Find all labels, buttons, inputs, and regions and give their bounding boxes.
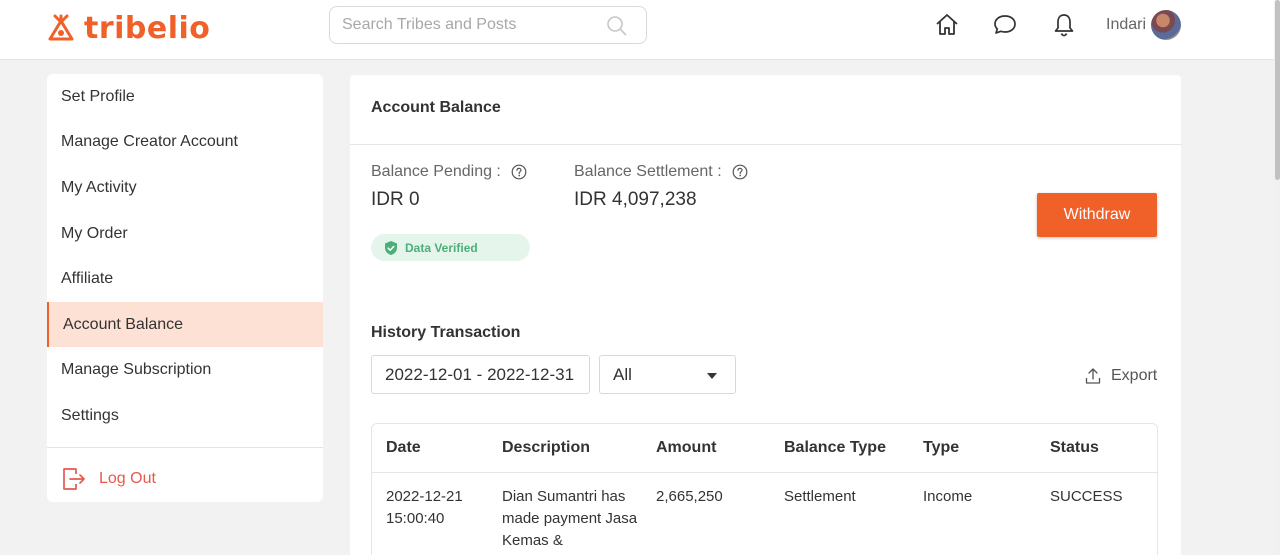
chat-icon[interactable] <box>992 12 1018 38</box>
date-range-picker[interactable]: 2022-12-01 - 2022-12-31 <box>371 355 590 394</box>
balance-pending-label-text: Balance Pending : <box>371 163 501 180</box>
logout-label: Log Out <box>99 470 156 487</box>
cell-date: 2022-12-21 15:00:40 <box>386 488 463 527</box>
shield-check-icon <box>385 240 397 255</box>
logout-button[interactable]: Log Out <box>61 466 156 492</box>
sidebar-item-affiliate[interactable]: Affiliate <box>47 256 323 301</box>
balance-settlement-value: IDR 4,097,238 <box>574 189 697 210</box>
balance-pending-label: Balance Pending : <box>371 163 527 181</box>
avatar[interactable] <box>1151 10 1181 40</box>
tent-logo-icon <box>48 14 74 41</box>
column-header-date: Date <box>386 439 421 456</box>
withdraw-button[interactable]: Withdraw <box>1037 193 1157 237</box>
bell-icon[interactable] <box>1051 12 1077 38</box>
sidebar-item-manage-creator-account[interactable]: Manage Creator Account <box>47 119 323 164</box>
data-verified-badge: Data Verified <box>371 234 530 261</box>
export-button[interactable]: Export <box>1085 367 1157 385</box>
user-name[interactable]: Indari <box>1106 16 1146 34</box>
sidebar-divider <box>47 447 323 448</box>
upload-icon <box>1085 368 1101 384</box>
account-balance-panel: Account Balance Balance Pending : IDR 0 … <box>350 75 1181 555</box>
column-header-type: Type <box>923 439 960 456</box>
sidebar-item-my-activity[interactable]: My Activity <box>47 165 323 210</box>
sidebar-item-set-profile[interactable]: Set Profile <box>47 74 323 119</box>
top-header: tribelio Indari <box>0 0 1274 60</box>
sidebar-item-manage-subscription[interactable]: Manage Subscription <box>47 347 323 392</box>
column-header-amount: Amount <box>656 439 717 456</box>
cell-description: Dian Sumantri has made payment Jasa Kema… <box>502 488 638 549</box>
logo-text: tribelio <box>84 10 211 46</box>
sidebar-item-my-order[interactable]: My Order <box>47 211 323 256</box>
table-header-divider <box>372 472 1157 473</box>
search-input[interactable] <box>342 7 602 43</box>
export-label: Export <box>1111 367 1158 384</box>
verified-label: Data Verified <box>405 240 478 255</box>
filter-value: All <box>613 364 632 384</box>
balance-settlement-label: Balance Settlement : <box>574 163 748 181</box>
home-icon[interactable] <box>934 12 960 38</box>
title-divider <box>350 144 1181 145</box>
column-header-balance-type: Balance Type <box>784 439 886 456</box>
logout-icon <box>63 468 85 490</box>
history-transaction-title: History Transaction <box>371 324 521 341</box>
sidebar-item-settings[interactable]: Settings <box>47 393 323 438</box>
column-header-description: Description <box>502 439 591 456</box>
column-header-status: Status <box>1050 439 1099 456</box>
cell-type: Income <box>923 488 973 505</box>
type-filter-select[interactable]: All <box>599 355 736 394</box>
search-icon[interactable] <box>606 15 628 37</box>
history-table: Date Description Amount Balance Type Typ… <box>371 423 1158 555</box>
search-box[interactable] <box>329 6 647 44</box>
help-icon[interactable] <box>732 164 748 180</box>
page-scrollbar[interactable] <box>1274 0 1280 555</box>
help-icon[interactable] <box>511 164 527 180</box>
cell-status: SUCCESS <box>1050 488 1123 505</box>
balance-pending-value: IDR 0 <box>371 189 420 210</box>
chevron-down-icon <box>707 373 717 379</box>
balance-settlement-label-text: Balance Settlement : <box>574 163 722 180</box>
tribelio-logo[interactable]: tribelio <box>46 10 210 46</box>
page-title: Account Balance <box>371 99 501 116</box>
cell-amount: 2,665,250 <box>656 488 723 505</box>
sidebar-item-account-balance[interactable]: Account Balance <box>47 302 323 347</box>
cell-balance-type: Settlement <box>784 488 856 505</box>
scrollbar-thumb[interactable] <box>1275 0 1280 180</box>
sidebar: Set Profile Manage Creator Account My Ac… <box>47 74 323 502</box>
